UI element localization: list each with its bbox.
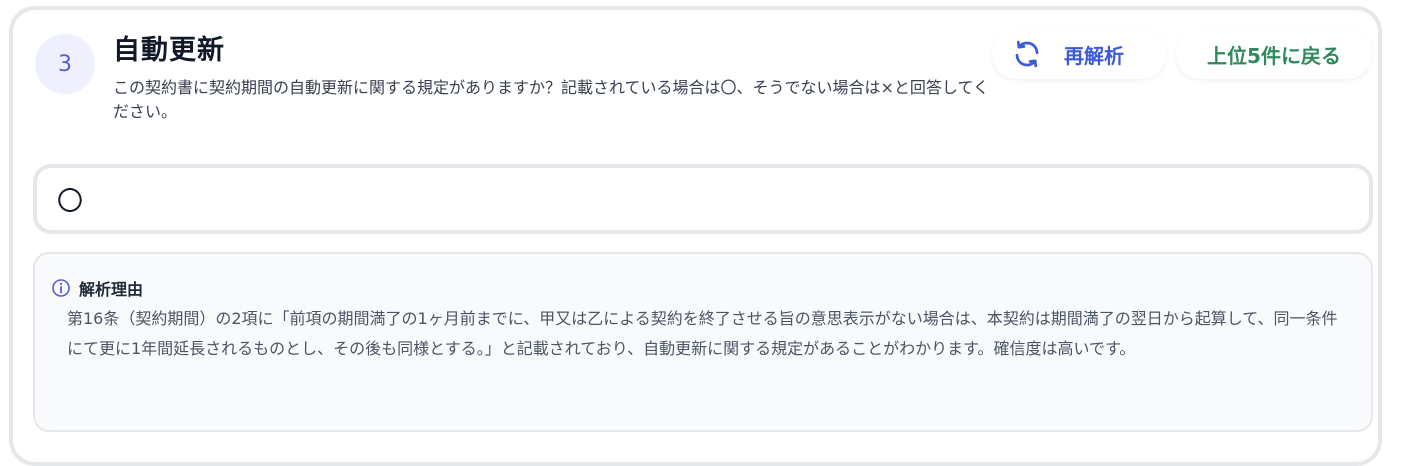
action-buttons: 再解析 上位5件に戻る — [992, 29, 1372, 79]
question-card: 3 自動更新 この契約書に契約期間の自動更新に関する規定がありますか？記載されて… — [9, 6, 1382, 466]
reason-text: 第16条（契約期間）の2項に「前項の期間満了の1ヶ月前までに、甲又は乙による契約… — [67, 309, 1338, 358]
answer-value: 〇 — [57, 186, 84, 217]
reanalyze-button[interactable]: 再解析 — [992, 29, 1166, 79]
reason-heading: 解析理由 — [79, 280, 144, 299]
reason-panel: 解析理由 第16条（契約期間）の2項に「前項の期間満了の1ヶ月前までに、甲又は乙… — [33, 252, 1373, 432]
refresh-icon — [1012, 39, 1042, 69]
reanalyze-label: 再解析 — [1064, 43, 1124, 68]
reason-header: 解析理由 — [51, 276, 143, 300]
info-icon — [51, 278, 71, 298]
question-text: この契約書に契約期間の自動更新に関する規定がありますか？記載されている場合は〇、… — [113, 78, 989, 121]
back-to-top5-button[interactable]: 上位5件に戻る — [1176, 29, 1372, 79]
answer-field[interactable]: 〇 — [33, 164, 1373, 234]
step-number-badge: 3 — [35, 34, 95, 94]
question-title: 自動更新 — [113, 35, 225, 66]
back-label: 上位5件に戻る — [1207, 43, 1341, 68]
